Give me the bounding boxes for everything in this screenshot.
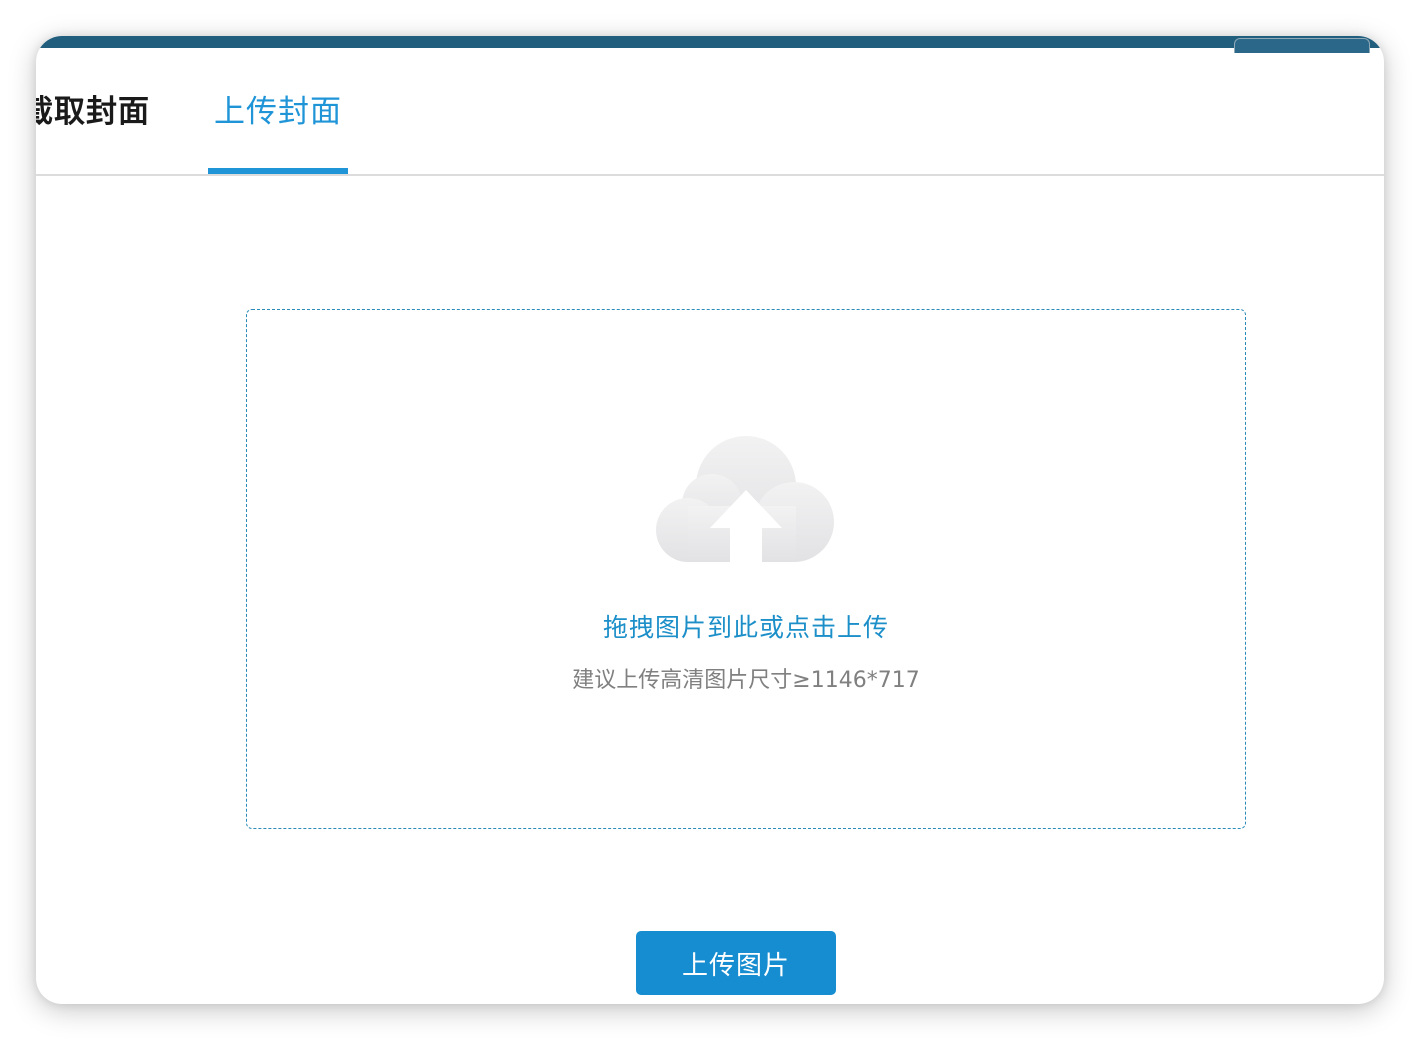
size-hint-text: 建议上传高清图片尺寸≥1146*717 [572,668,920,693]
dialog-header-strip [36,36,1384,53]
drop-hint-text: 拖拽图片到此或点击上传 [602,613,889,642]
image-dropzone[interactable]: 拖拽图片到此或点击上传 建议上传高清图片尺寸≥1146*717 [246,309,1246,829]
tab-upload-cover[interactable]: 上传封面 [214,86,342,131]
tab-bar: 截取封面 上传封面 [36,48,1384,176]
active-tab-indicator [208,168,348,174]
tab-capture-cover[interactable]: 截取封面 [36,86,150,131]
cover-dialog: 截取封面 上传封面 拖拽图片到此或点击上传 建议上传高清图片尺寸≥1146*71… [36,36,1384,1004]
upload-image-button[interactable]: 上传图片 [636,931,836,995]
cloud-upload-icon [656,436,834,562]
